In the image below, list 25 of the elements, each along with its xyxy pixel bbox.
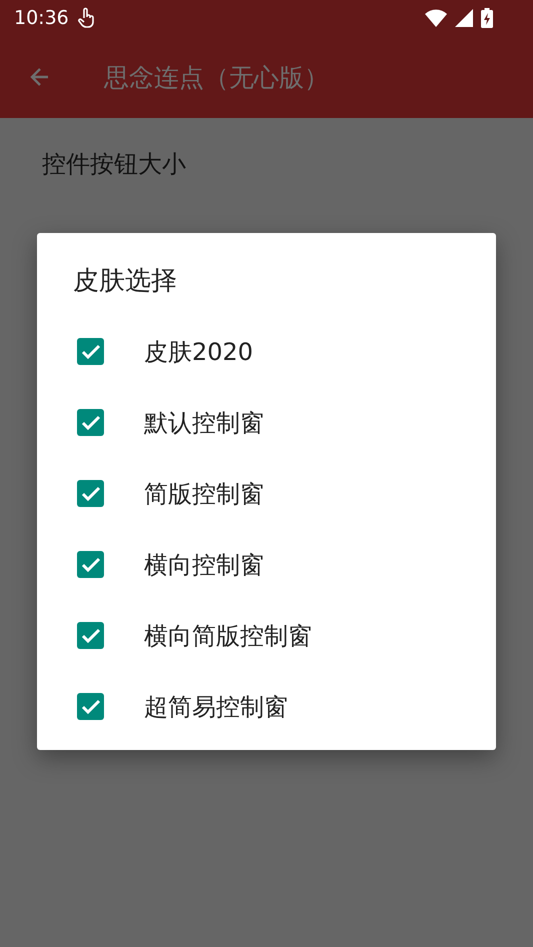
signal-icon bbox=[455, 9, 473, 27]
checkbox[interactable] bbox=[77, 622, 104, 649]
check-icon bbox=[80, 486, 100, 502]
check-icon bbox=[80, 628, 100, 644]
check-icon bbox=[80, 344, 100, 360]
status-time: 10:36 bbox=[14, 7, 69, 29]
option-label[interactable]: 皮肤2020 bbox=[144, 336, 254, 368]
option-label[interactable]: 横向简版控制窗 bbox=[144, 620, 312, 652]
check-icon bbox=[80, 556, 100, 572]
checkbox[interactable] bbox=[77, 409, 104, 436]
dialog-title: 皮肤选择 bbox=[73, 265, 177, 298]
battery-charging-icon bbox=[481, 8, 493, 28]
app-title: 思念连点（无心版） bbox=[104, 62, 329, 94]
touch-hand-icon bbox=[76, 7, 97, 29]
checkbox[interactable] bbox=[77, 693, 104, 720]
checkbox[interactable] bbox=[77, 480, 104, 507]
wifi-icon bbox=[425, 9, 447, 27]
checkbox[interactable] bbox=[77, 551, 104, 578]
option-label[interactable]: 超简易控制窗 bbox=[144, 690, 288, 722]
option-label[interactable]: 默认控制窗 bbox=[144, 406, 264, 438]
option-label[interactable]: 横向控制窗 bbox=[144, 548, 264, 580]
check-icon bbox=[80, 414, 100, 430]
option-label[interactable]: 简版控制窗 bbox=[144, 478, 264, 510]
checkbox[interactable] bbox=[77, 338, 104, 365]
check-icon bbox=[80, 698, 100, 714]
